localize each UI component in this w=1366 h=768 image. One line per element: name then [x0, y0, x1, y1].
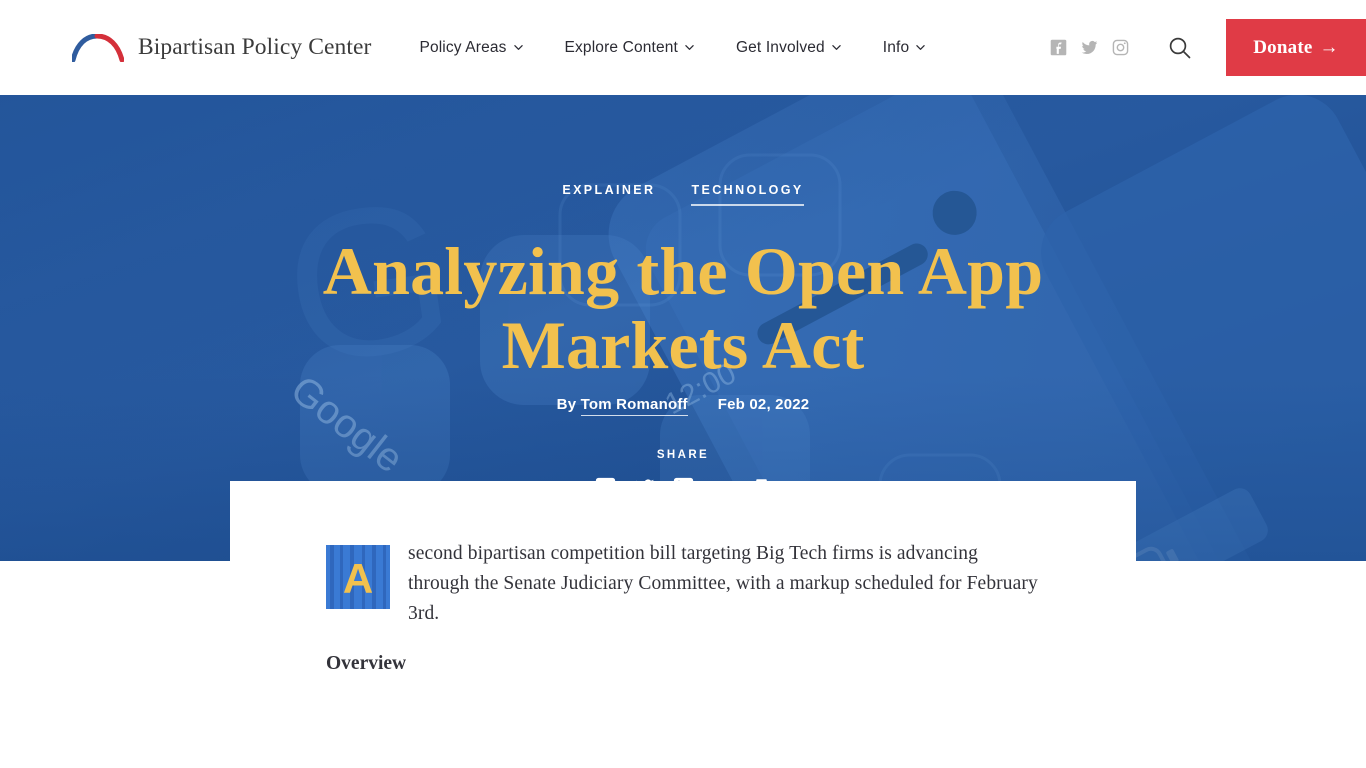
article-byline: By Tom Romanoff Feb 02, 2022	[0, 396, 1366, 416]
header-right-group: Donate →	[1050, 0, 1366, 95]
page-title: Analyzing the Open App Markets Act	[322, 233, 1044, 383]
arrow-right-icon: →	[1319, 36, 1339, 58]
site-brand-name: Bipartisan Policy Center	[138, 34, 372, 60]
section-heading-overview: Overview	[326, 653, 407, 674]
hero-content: EXPLAINER TECHNOLOGY Analyzing the Open …	[0, 95, 1366, 498]
main-navigation: Policy Areas Explore Content Get Involve…	[419, 39, 925, 57]
byline-prefix: By	[556, 396, 577, 413]
article-lede: second bipartisan competition bill targe…	[408, 543, 1038, 624]
article-dropcap: A	[326, 545, 390, 609]
nav-label: Get Involved	[735, 38, 825, 56]
nav-item-get-involved[interactable]: Get Involved	[736, 39, 841, 57]
nav-item-info[interactable]: Info	[883, 39, 925, 57]
search-icon[interactable]	[1167, 35, 1193, 61]
chevron-down-icon	[916, 45, 925, 50]
dropcap-letter: A	[343, 555, 373, 602]
hero-category-tags: EXPLAINER TECHNOLOGY	[0, 183, 1366, 206]
byline-group: By Tom Romanoff	[556, 396, 688, 416]
instagram-icon[interactable]	[1112, 39, 1129, 56]
twitter-icon[interactable]	[1081, 39, 1098, 56]
nav-label: Policy Areas	[419, 38, 507, 56]
site-logo-link[interactable]: Bipartisan Policy Center	[72, 33, 372, 62]
chevron-down-icon	[685, 45, 694, 50]
nav-item-policy-areas[interactable]: Policy Areas	[419, 38, 523, 57]
author-link[interactable]: Tom Romanoff	[580, 396, 688, 416]
article-body-card: A second bipartisan competition bill tar…	[230, 481, 1136, 768]
header-social-links	[1050, 39, 1129, 56]
nav-item-explore-content[interactable]: Explore Content	[565, 39, 694, 57]
facebook-icon[interactable]	[1050, 39, 1067, 56]
chevron-down-icon	[513, 45, 523, 50]
publish-date: Feb 02, 2022	[717, 396, 810, 413]
article-card-wrapper: A second bipartisan competition bill tar…	[0, 481, 1366, 768]
tag-technology[interactable]: TECHNOLOGY	[691, 183, 804, 206]
share-label: SHARE	[656, 449, 710, 461]
tag-explainer[interactable]: EXPLAINER	[562, 183, 655, 204]
chevron-down-icon	[832, 45, 841, 50]
nav-label: Info	[882, 38, 910, 56]
site-header: Bipartisan Policy Center Policy Areas Ex…	[0, 0, 1366, 95]
donate-label: Donate	[1253, 36, 1313, 58]
nav-label: Explore Content	[564, 38, 678, 56]
donate-button[interactable]: Donate →	[1226, 19, 1366, 76]
bpc-arch-logo-icon	[72, 33, 124, 62]
